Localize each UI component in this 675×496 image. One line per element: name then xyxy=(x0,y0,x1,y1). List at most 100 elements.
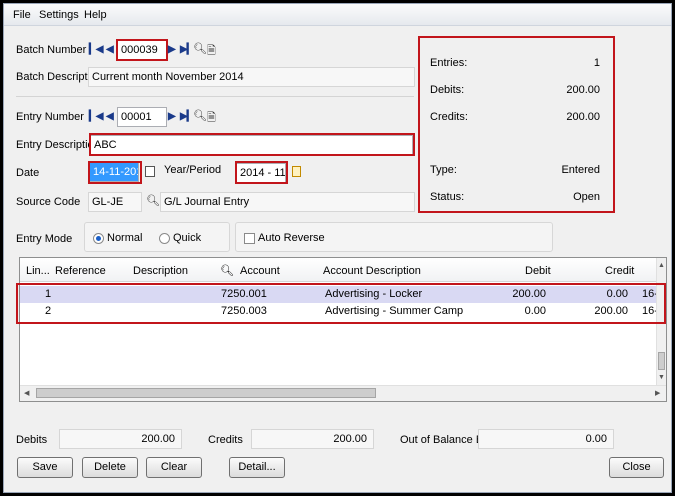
clear-button[interactable]: Clear xyxy=(146,457,202,478)
year-period-label: Year/Period xyxy=(164,164,222,176)
entry-description-field[interactable]: ABC xyxy=(90,135,413,155)
entry-description-label: Entry Description xyxy=(16,139,100,151)
col-reference[interactable]: Reference xyxy=(55,265,106,277)
menu-file[interactable]: File xyxy=(13,9,31,21)
row-debit: 200.00 xyxy=(512,288,546,300)
type-value: Entered xyxy=(561,164,600,176)
normal-label: Normal xyxy=(107,232,143,244)
year-period-field[interactable]: 2014 - 11 xyxy=(236,163,286,183)
auto-reverse-group: Auto Reverse xyxy=(235,222,553,252)
summary-credits-value: 200.00 xyxy=(566,111,600,123)
batch-number-label: Batch Number xyxy=(16,44,87,56)
auto-reverse-label: Auto Reverse xyxy=(258,232,325,244)
totals-debits-label: Debits xyxy=(16,434,48,446)
table-row[interactable]: 1 7250.001 Advertising - Locker 200.00 0… xyxy=(20,286,658,303)
close-button[interactable]: Close xyxy=(609,457,664,478)
summary-credits-row: Credits: 200.00 xyxy=(430,111,600,123)
menu-bar: File Settings Help xyxy=(4,4,671,26)
journal-entry-window: File Settings Help Batch Number ▎◀ ◀ 000… xyxy=(3,3,672,493)
divider xyxy=(16,96,414,97)
col-account[interactable]: Account xyxy=(240,265,280,277)
prev-batch-icon[interactable]: ◀ xyxy=(106,44,114,55)
col-description[interactable]: Description xyxy=(133,265,188,277)
entry-number-label: Entry Number xyxy=(16,111,84,123)
row-line: 2 xyxy=(45,305,52,317)
calendar-icon[interactable] xyxy=(145,166,155,177)
first-batch-icon[interactable]: ▎◀ xyxy=(89,44,103,55)
auto-reverse-checkbox[interactable] xyxy=(244,233,255,244)
summary-debits-row: Debits: 200.00 xyxy=(430,84,600,96)
status-label: Status: xyxy=(430,191,465,203)
menu-settings[interactable]: Settings xyxy=(39,9,79,21)
account-finder-icon[interactable]: 🔍︎ xyxy=(220,264,234,277)
batch-number-field[interactable]: 000039 xyxy=(117,40,167,60)
row-account: 7250.003 xyxy=(221,305,267,317)
summary-panel: Entries: 1 Debits: 200.00 Credits: 200.0… xyxy=(420,38,613,211)
detail-button[interactable]: Detail... xyxy=(229,457,285,478)
summary-type-row: Type: Entered xyxy=(430,164,600,176)
row-account-description: Advertising - Summer Camp xyxy=(325,305,464,317)
scroll-up-icon[interactable]: ▲ xyxy=(658,262,665,269)
col-credit[interactable]: Credit xyxy=(605,265,634,277)
totals-credits-label: Credits xyxy=(208,434,243,446)
date-label: Date xyxy=(16,167,40,179)
source-code-field[interactable]: GL-JE xyxy=(88,192,142,212)
entries-value: 1 xyxy=(593,57,600,69)
col-debit[interactable]: Debit xyxy=(525,265,551,277)
batch-finder-icon[interactable]: 🔍︎ xyxy=(193,42,207,55)
save-button[interactable]: Save xyxy=(17,457,73,478)
out-of-balance-label: Out of Balance By xyxy=(400,434,489,446)
scroll-right-icon[interactable]: ▶ xyxy=(655,389,660,397)
type-label: Type: xyxy=(430,164,457,176)
entries-label: Entries: xyxy=(430,57,468,69)
batch-description-field[interactable]: Current month November 2014 xyxy=(88,67,415,87)
col-account-description[interactable]: Account Description xyxy=(323,265,421,277)
row-account-description: Advertising - Locker xyxy=(325,288,423,300)
menu-help[interactable]: Help xyxy=(84,9,107,21)
new-batch-icon[interactable]: 🗎︎ xyxy=(207,42,216,61)
next-batch-icon[interactable]: ▶ xyxy=(168,44,176,55)
entry-finder-icon[interactable]: 🔍︎ xyxy=(193,109,207,122)
source-code-description-field: G/L Journal Entry xyxy=(160,192,415,212)
journal-detail-grid: Lin... Reference Description 🔍︎ Account … xyxy=(19,257,667,402)
row-credit: 0.00 xyxy=(606,288,628,300)
source-code-label: Source Code xyxy=(16,196,81,208)
entry-mode-label: Entry Mode xyxy=(16,233,73,245)
delete-button[interactable]: Delete xyxy=(82,457,138,478)
scroll-left-icon[interactable]: ◀ xyxy=(24,389,29,397)
quick-radio[interactable] xyxy=(159,233,170,244)
status-value: Open xyxy=(573,191,600,203)
first-entry-icon[interactable]: ▎◀ xyxy=(89,111,103,122)
scroll-down-icon[interactable]: ▼ xyxy=(658,374,665,381)
summary-credits-label: Credits: xyxy=(430,111,468,123)
summary-debits-value: 200.00 xyxy=(566,84,600,96)
prev-entry-icon[interactable]: ◀ xyxy=(106,111,114,122)
last-batch-icon[interactable]: ▶▎ xyxy=(180,44,194,55)
totals-debits-field: 200.00 xyxy=(59,429,182,449)
vertical-scroll-thumb[interactable] xyxy=(658,352,665,370)
date-field[interactable]: 14-11-2014 xyxy=(89,162,139,182)
out-of-balance-field: 0.00 xyxy=(478,429,614,449)
horizontal-scrollbar[interactable]: ◀ ▶ xyxy=(20,385,666,401)
vertical-scrollbar[interactable]: ▲ ▼ xyxy=(656,258,666,386)
table-row[interactable]: 2 7250.003 Advertising - Summer Camp 0.0… xyxy=(20,303,658,320)
period-picker-icon[interactable] xyxy=(292,166,301,177)
summary-entries-row: Entries: 1 xyxy=(430,57,600,69)
normal-radio[interactable] xyxy=(93,233,104,244)
next-entry-icon[interactable]: ▶ xyxy=(168,111,176,122)
row-account: 7250.001 xyxy=(221,288,267,300)
horizontal-scroll-thumb[interactable] xyxy=(36,388,376,398)
totals-credits-field: 200.00 xyxy=(251,429,374,449)
summary-status-row: Status: Open xyxy=(430,191,600,203)
entry-number-field[interactable]: 00001 xyxy=(117,107,167,127)
row-line: 1 xyxy=(45,288,52,300)
summary-debits-label: Debits: xyxy=(430,84,465,96)
source-code-finder-icon[interactable]: 🔍︎ xyxy=(146,194,160,207)
grid-header: Lin... Reference Description 🔍︎ Account … xyxy=(20,258,658,282)
quick-label: Quick xyxy=(173,232,202,244)
new-entry-icon[interactable]: 🗎︎ xyxy=(207,109,216,128)
last-entry-icon[interactable]: ▶▎ xyxy=(180,111,194,122)
row-debit: 0.00 xyxy=(524,305,546,317)
entry-mode-group: Normal Quick xyxy=(84,222,230,252)
col-line[interactable]: Lin... xyxy=(26,265,50,277)
